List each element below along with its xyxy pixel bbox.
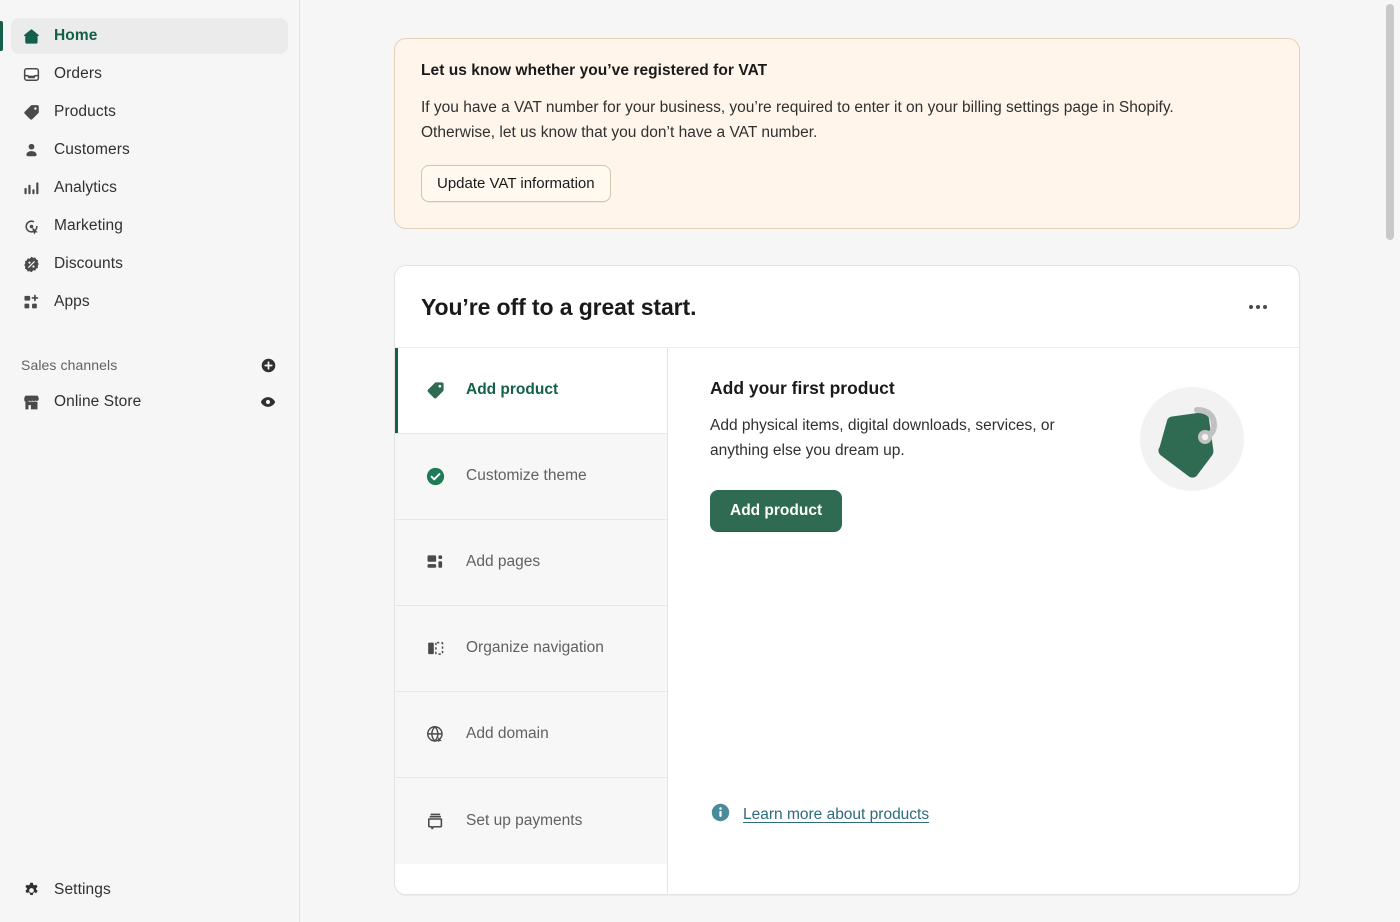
sidebar-footer: Settings	[0, 872, 299, 922]
page-title: You’re off to a great start.	[421, 293, 697, 320]
sidebar-item-label: Analytics	[54, 179, 117, 197]
detail-title: Add your first product	[710, 378, 895, 399]
vat-banner: Let us know whether you’ve registered fo…	[394, 38, 1300, 230]
setup-step-add-domain[interactable]: Add domain	[395, 692, 667, 779]
sidebar: Home Orders Products Customers Analytics…	[0, 0, 300, 922]
marketing-target-cursor-icon	[21, 216, 41, 236]
shopify-admin-window: Home Orders Products Customers Analytics…	[0, 0, 1400, 922]
sidebar-item-home[interactable]: Home	[0, 18, 288, 54]
info-circle-icon	[710, 802, 731, 828]
customer-person-icon	[21, 140, 41, 160]
setup-step-label: Customize theme	[466, 467, 587, 485]
sales-channels-title: Sales channels	[21, 357, 118, 373]
setup-step-set-up-payments[interactable]: Set up payments	[395, 778, 667, 865]
product-tag-icon	[21, 102, 41, 122]
setup-steps-list: Add product Customize theme Add pages Or…	[395, 348, 668, 895]
setup-step-label: Add domain	[466, 725, 549, 743]
setup-step-add-pages[interactable]: Add pages	[395, 520, 667, 607]
sidebar-item-label: Apps	[54, 293, 90, 311]
sidebar-item-label: Products	[54, 103, 116, 121]
payments-card-icon	[423, 809, 447, 833]
scrollbar-thumb[interactable]	[1386, 4, 1394, 240]
setup-step-organize-navigation[interactable]: Organize navigation	[395, 606, 667, 693]
sidebar-item-discounts[interactable]: Discounts	[11, 246, 288, 282]
orders-inbox-icon	[21, 64, 41, 84]
setup-step-add-product[interactable]: Add product	[395, 348, 667, 435]
setup-guide-header: You’re off to a great start.	[395, 266, 1299, 349]
analytics-bars-icon	[21, 178, 41, 198]
content-column: Let us know whether you’ve registered fo…	[394, 38, 1300, 896]
sidebar-item-label: Customers	[54, 141, 130, 159]
detail-description: Add physical items, digital downloads, s…	[710, 417, 1055, 460]
discount-percent-icon	[21, 254, 41, 274]
pages-layout-icon	[423, 551, 447, 575]
product-tag-icon	[423, 379, 447, 403]
vat-banner-body: If you have a VAT number for your busine…	[421, 99, 1174, 142]
apps-grid-plus-icon	[21, 292, 41, 312]
active-indicator-bar	[0, 21, 3, 51]
home-icon	[21, 26, 41, 46]
sidebar-item-customers[interactable]: Customers	[11, 132, 288, 168]
vat-banner-title: Let us know whether you’ve registered fo…	[421, 62, 768, 79]
plus-circle-icon[interactable]	[258, 355, 278, 375]
setup-guide-card: You’re off to a great start. Add product	[394, 265, 1300, 896]
setup-step-detail-panel: Add your first product Add physical item…	[668, 348, 1299, 894]
globe-domain-icon	[423, 723, 447, 747]
sidebar-item-orders[interactable]: Orders	[11, 56, 288, 92]
navigation-panel-icon	[423, 637, 447, 661]
sidebar-item-label: Discounts	[54, 255, 123, 273]
update-vat-information-button[interactable]: Update VAT information	[421, 165, 611, 203]
setup-guide-body: Add product Customize theme Add pages Or…	[395, 348, 1299, 895]
setup-step-customize-theme[interactable]: Customize theme	[395, 434, 667, 521]
ellipsis-horizontal-icon[interactable]	[1243, 292, 1273, 322]
learn-more-row: Learn more about products	[710, 802, 1265, 864]
add-product-button[interactable]: Add product	[710, 490, 843, 533]
learn-more-about-products-link[interactable]: Learn more about products	[743, 806, 929, 824]
sidebar-item-label: Home	[54, 27, 98, 45]
sidebar-item-label: Orders	[54, 65, 102, 83]
sidebar-item-label: Settings	[54, 881, 111, 899]
setup-step-label: Add product	[466, 381, 559, 399]
scrollbar-track[interactable]	[1386, 0, 1397, 922]
sales-channels-header: Sales channels	[11, 350, 288, 380]
sidebar-item-apps[interactable]: Apps	[11, 284, 288, 320]
sidebar-item-analytics[interactable]: Analytics	[11, 170, 288, 206]
primary-navigation: Home Orders Products Customers Analytics…	[0, 18, 299, 322]
product-tag-illustration	[1137, 384, 1247, 494]
sidebar-item-marketing[interactable]: Marketing	[11, 208, 288, 244]
sidebar-item-settings[interactable]: Settings	[11, 872, 288, 908]
detail-header-row: Add your first product Add physical item…	[710, 378, 1265, 533]
main-content: Let us know whether you’ve registered fo…	[300, 0, 1400, 922]
nav-section-spacer	[0, 322, 299, 350]
sidebar-item-label: Marketing	[54, 217, 123, 235]
sidebar-item-online-store[interactable]: Online Store	[11, 384, 288, 420]
sidebar-item-products[interactable]: Products	[11, 94, 288, 130]
detail-text-block: Add your first product Add physical item…	[710, 378, 1080, 533]
check-circle-filled-icon	[423, 465, 447, 489]
setup-step-label: Organize navigation	[466, 639, 604, 657]
storefront-icon	[21, 392, 41, 412]
eye-view-icon[interactable]	[258, 392, 278, 412]
setup-step-label: Add pages	[466, 553, 541, 571]
gear-icon	[21, 880, 41, 900]
setup-step-label: Set up payments	[466, 811, 583, 829]
sidebar-item-label: Online Store	[54, 393, 142, 411]
